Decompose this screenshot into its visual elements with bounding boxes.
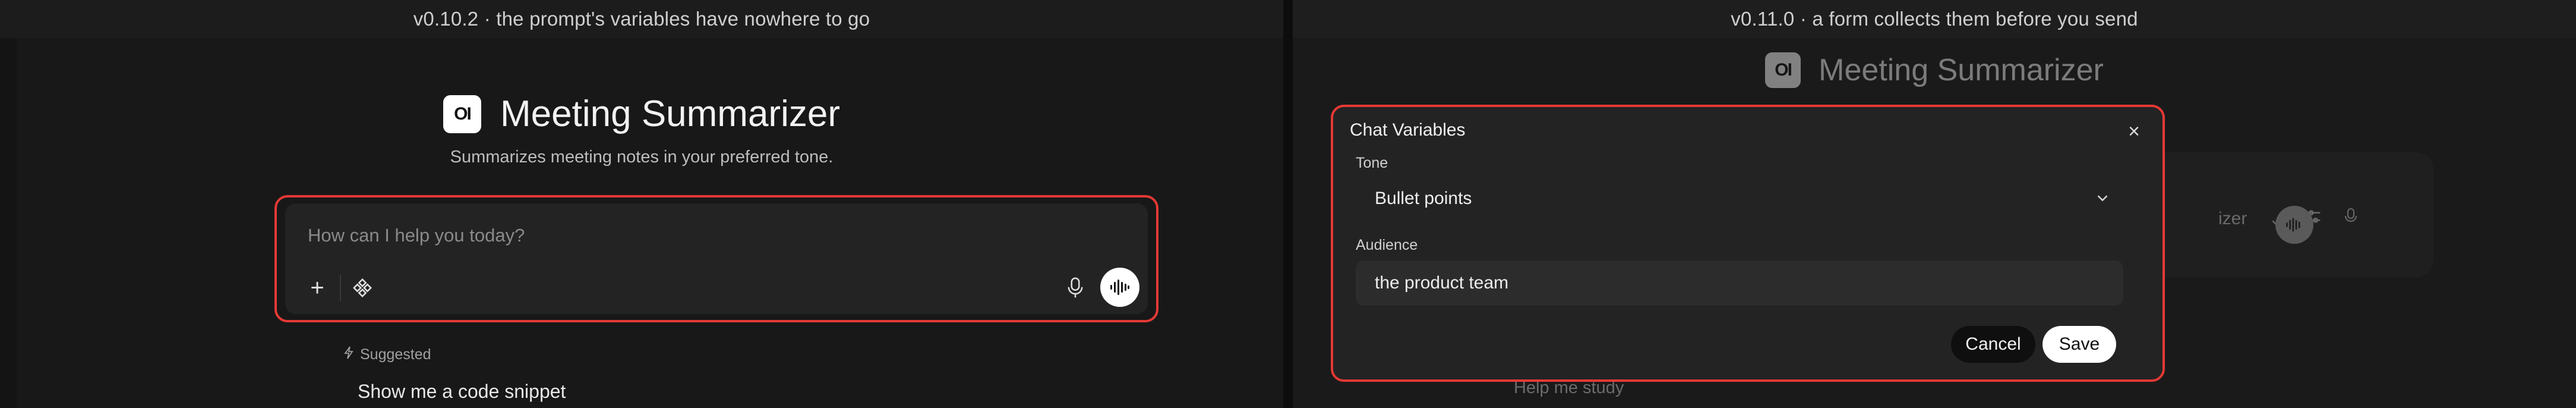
- microphone-icon: [2344, 207, 2358, 231]
- cancel-button[interactable]: Cancel: [1951, 326, 2035, 363]
- close-icon[interactable]: ×: [2128, 120, 2140, 143]
- model-title: Meeting Summarizer: [1819, 53, 2104, 87]
- voice-mode-icon: [2275, 206, 2313, 244]
- tools-icon[interactable]: [345, 270, 380, 306]
- model-description: Summarizes meeting notes in your preferr…: [450, 147, 834, 167]
- model-logo: OI: [1765, 52, 1801, 88]
- bolt-icon: [343, 346, 354, 363]
- model-header: OI Meeting Summarizer: [1293, 52, 2576, 88]
- suggestion-item[interactable]: Show me a code snippet: [358, 381, 566, 403]
- voice-mode-icon[interactable]: [1100, 268, 1139, 307]
- model-title: Meeting Summarizer: [500, 93, 840, 134]
- panel-divider: [1283, 0, 1293, 408]
- message-composer[interactable]: How can I help you today? +: [285, 203, 1148, 314]
- suggested-heading: Suggested: [343, 346, 431, 363]
- audience-label: Audience: [1356, 237, 1418, 253]
- model-logo: OI: [443, 95, 482, 133]
- chat-variables-modal: Chat Variables × Tone Bullet points Audi…: [1331, 105, 2165, 382]
- message-input[interactable]: How can I help you today?: [308, 225, 525, 246]
- modal-title: Chat Variables: [1350, 120, 1466, 140]
- microphone-icon[interactable]: [1057, 270, 1093, 306]
- version-caption: v0.10.2 · the prompt's variables have no…: [0, 0, 1283, 38]
- model-header: OI Meeting Summarizer: [0, 93, 1283, 135]
- tone-label: Tone: [1356, 155, 1388, 171]
- background-model-fragment: izer: [2218, 209, 2247, 228]
- suggested-label: Suggested: [360, 346, 431, 363]
- tone-value: Bullet points: [1375, 189, 1472, 208]
- save-button[interactable]: Save: [2043, 326, 2116, 363]
- chevron-down-icon: [2094, 189, 2111, 207]
- after-panel: v0.11.0 · a form collects them before yo…: [1293, 0, 2576, 408]
- plus-icon[interactable]: +: [299, 270, 335, 306]
- version-caption: v0.11.0 · a form collects them before yo…: [1293, 0, 2576, 38]
- composer-highlight: How can I help you today? +: [274, 195, 1158, 322]
- before-panel: v0.10.2 · the prompt's variables have no…: [0, 0, 1283, 408]
- tone-select[interactable]: Bullet points: [1356, 175, 2122, 222]
- toolbar-divider: [340, 275, 341, 301]
- audience-input[interactable]: [1356, 261, 2123, 306]
